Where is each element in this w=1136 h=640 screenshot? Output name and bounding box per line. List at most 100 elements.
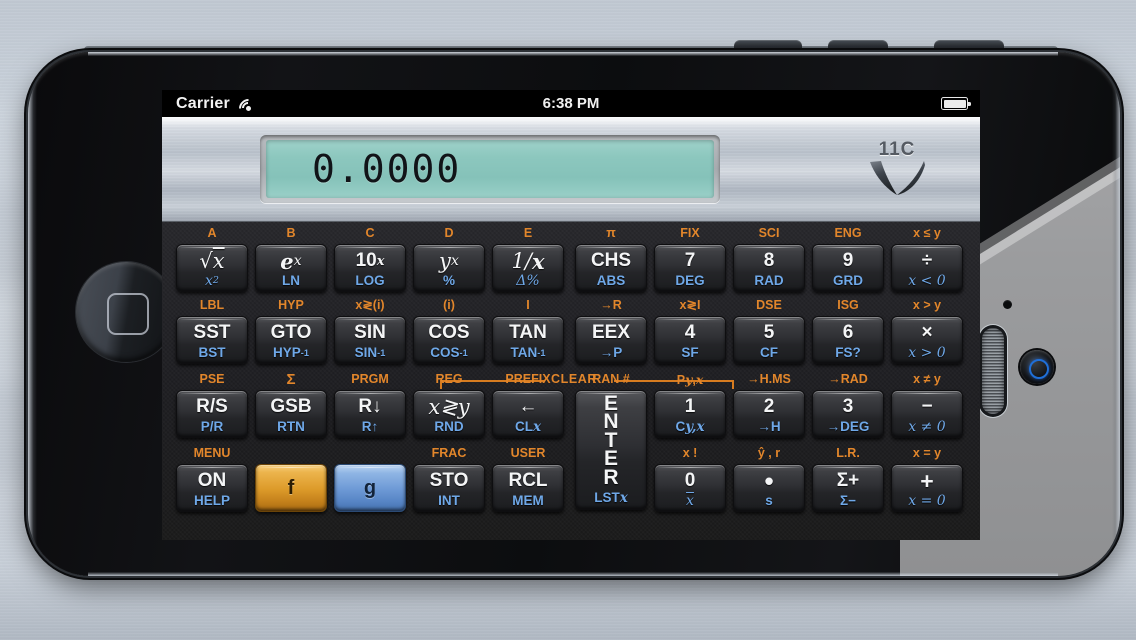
key-sqrt-sub: x2	[205, 272, 219, 289]
key-exp[interactable]: ex LN	[255, 244, 327, 292]
key-rcl[interactable]: RCL MEM	[492, 464, 564, 512]
key-cell-4: x≷I 4 SF	[654, 299, 726, 364]
key-g-shift[interactable]: g	[334, 464, 406, 512]
key-cell-sto: FRAC STO INT	[413, 447, 485, 512]
key-backspace-sub: CL x	[514, 418, 542, 435]
key-chs[interactable]: CHS ABS	[575, 244, 647, 292]
key-roll-down-main: R↓	[358, 396, 382, 417]
key-cell-6: ISG 6 FS?	[812, 299, 884, 364]
key-tan[interactable]: TAN TAN -1	[492, 316, 564, 364]
key-multiply[interactable]: × x > 0	[891, 316, 963, 364]
key-6[interactable]: 6 FS?	[812, 316, 884, 364]
display-value: 0.0000	[312, 147, 462, 191]
key-cos-sub: COS -1	[430, 345, 468, 360]
key-decimal-point[interactable]: • s	[733, 464, 805, 512]
key-cell-gsb: Σ GSB RTN	[255, 372, 327, 438]
key-5-main: 5	[763, 322, 775, 343]
key-sigma-plus[interactable]: Σ+ Σ−	[812, 464, 884, 512]
key-chs-sub: ABS	[596, 273, 626, 288]
key-plus-main: +	[920, 467, 934, 494]
key-sin[interactable]: SIN SIN -1	[334, 316, 406, 364]
lcd-display[interactable]: 0.0000	[266, 140, 714, 198]
bezel-chrome-right	[1112, 78, 1120, 548]
key-backspace-main: ←	[518, 396, 538, 417]
key-cell-3: →RAD 3 →DEG	[812, 373, 884, 438]
key-reciprocal-sub: Δ%	[516, 272, 540, 289]
key-cell-7: FIX 7 DEG	[654, 227, 726, 292]
key-8[interactable]: 8 RAD	[733, 244, 805, 292]
key-sst[interactable]: SST BST	[176, 316, 248, 364]
key-cell-exp: B ex LN	[255, 227, 327, 292]
key-g-shift-main: g	[363, 476, 377, 499]
key-gto[interactable]: GTO HYP -1	[255, 316, 327, 364]
fshift-label-p-yx: Py,x	[676, 372, 704, 387]
key-plus-sub: x = 0	[908, 492, 946, 509]
key-reciprocal-main: 1/x	[511, 248, 545, 274]
key-divide[interactable]: ÷ x < 0	[891, 244, 963, 292]
fshift-label-frac: FRAC	[431, 446, 467, 460]
key-ten-pow-x[interactable]: 10 x LOG	[334, 244, 406, 292]
fshift-label-to-r: →R	[600, 298, 622, 312]
key-reciprocal[interactable]: 1/x Δ%	[492, 244, 564, 292]
key-gsb[interactable]: GSB RTN	[255, 390, 327, 438]
key-cell-plus: x = y + x = 0	[891, 447, 963, 512]
key-f-shift[interactable]: f	[255, 464, 327, 512]
key-sqrt[interactable]: √ x x2	[176, 244, 248, 292]
key-2[interactable]: 2 →H	[733, 390, 805, 438]
key-x-exchange-y[interactable]: x≷y RND	[413, 390, 485, 438]
key-1-sub: Cy,x	[675, 418, 705, 435]
key-5-sub: CF	[760, 345, 778, 360]
fshift-label-x-ne-y: x ≠ y	[913, 372, 941, 386]
key-on[interactable]: ON HELP	[176, 464, 248, 512]
key-8-main: 8	[763, 250, 775, 271]
key-roll-down[interactable]: R↓ R↑	[334, 390, 406, 438]
key-x-exchange-y-main: x≷y	[428, 395, 470, 419]
key-gto-main: GTO	[270, 322, 312, 343]
fshift-label-pse: PSE	[199, 372, 225, 386]
key-4[interactable]: 4 SF	[654, 316, 726, 364]
key-minus-main: −	[921, 396, 933, 417]
key-1-main: 1	[684, 396, 696, 417]
fshift-label-pi: π	[606, 226, 616, 240]
key-9-main: 9	[842, 250, 854, 271]
phone-screen: Carrier 6:38 PM 0.0000 11C A √ x x 2 B e…	[162, 90, 980, 540]
key-gsb-main: GSB	[270, 396, 312, 417]
key-cell-roll-down: PRGM R↓ R↑	[334, 373, 406, 438]
bezel-chrome-bottom	[88, 572, 1058, 576]
key-y-pow-x[interactable]: yx %	[413, 244, 485, 292]
bezel-chrome-top	[88, 52, 1058, 56]
key-cos[interactable]: COS COS -1	[413, 316, 485, 364]
key-7[interactable]: 7 DEG	[654, 244, 726, 292]
key-backspace[interactable]: ← CL x	[492, 390, 564, 438]
fshift-label-sci: SCI	[758, 226, 780, 240]
fshift-label-x-eq-y: x = y	[912, 446, 942, 460]
fshift-label-to-hms: →H.MS	[747, 372, 791, 386]
microphone-dot	[1003, 300, 1012, 309]
key-plus[interactable]: + x = 0	[891, 464, 963, 512]
key-cell-0: x ! 0 x	[654, 447, 726, 512]
key-rs[interactable]: R/S P/R	[176, 390, 248, 438]
key-7-main: 7	[684, 250, 696, 271]
home-button[interactable]	[76, 262, 176, 362]
key-0[interactable]: 0 x	[654, 464, 726, 512]
calculator-faceplate: 0.0000 11C	[162, 117, 980, 222]
key-rcl-sub: MEM	[512, 493, 544, 508]
bezel-chrome-left	[28, 78, 37, 548]
key-minus[interactable]: − x ≠ 0	[891, 390, 963, 438]
key-3[interactable]: 3 →DEG	[812, 390, 884, 438]
key-sto[interactable]: STO INT	[413, 464, 485, 512]
hp-swoosh-logo-icon	[858, 159, 936, 204]
camera-lens-icon	[1020, 350, 1054, 384]
key-cell-multiply: x > y × x > 0	[891, 299, 963, 364]
key-gsb-sub: RTN	[277, 419, 305, 434]
fshift-label-factorial: x !	[682, 446, 698, 460]
key-5[interactable]: 5 CF	[733, 316, 805, 364]
key-1[interactable]: 1 Cy,x	[654, 390, 726, 438]
key-eex[interactable]: EEX →P	[575, 316, 647, 364]
key-sin-main: SIN	[354, 322, 386, 343]
fshift-label-i-index: (i)	[443, 298, 455, 312]
key-9[interactable]: 9 GRD	[812, 244, 884, 292]
key-exp-main: ex	[280, 248, 302, 274]
key-sst-main: SST	[193, 322, 231, 343]
key-y-pow-x-sub: %	[442, 273, 455, 288]
